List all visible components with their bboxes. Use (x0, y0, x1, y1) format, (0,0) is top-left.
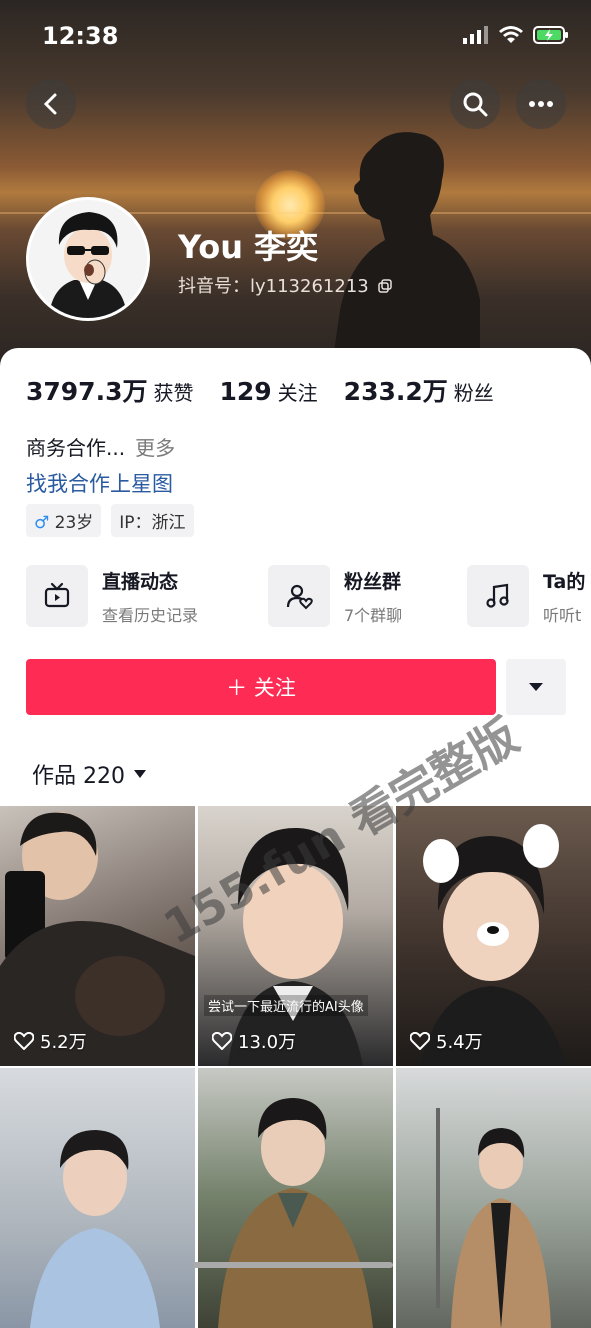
likes-label: 获赞 (153, 381, 194, 405)
heart-icon (410, 1032, 430, 1050)
video-thumbnail[interactable] (198, 1068, 393, 1328)
feature-subtitle: 听听t (543, 605, 582, 625)
search-button[interactable] (450, 79, 500, 129)
back-button[interactable] (26, 79, 76, 129)
more-options-button[interactable] (516, 79, 566, 129)
video-caption: 尝试一下最近流行的AI头像 (204, 995, 368, 1016)
video-likes-count: 13.0万 (238, 1032, 297, 1053)
wifi-icon (499, 26, 523, 43)
following-count[interactable]: 129 (219, 377, 271, 406)
video-person-figure (421, 824, 566, 1066)
avatar[interactable] (26, 197, 150, 321)
heart-icon (14, 1032, 34, 1050)
profile-card: 3797.3万 获赞 129 关注 233.2万 粉丝 商务合作... 更多 找我… (0, 348, 591, 1328)
profile-tags: ♂ 23岁 IP：浙江 (26, 504, 194, 537)
feature-fan-group[interactable]: 粉丝群 7个群聊 (268, 563, 402, 629)
feature-shortcuts: 直播动态查看历史记录 粉丝群 7个群聊 Ta的听听t (26, 563, 591, 629)
feature-title: 粉丝群 (344, 570, 402, 593)
video-likes-count: 5.4万 (436, 1032, 483, 1053)
followers-count[interactable]: 233.2万 (344, 372, 448, 408)
recommend-dropdown-button[interactable] (506, 659, 566, 715)
anime-avatar-image (29, 200, 147, 318)
video-person-figure (0, 812, 195, 1066)
feature-subtitle: 查看历史记录 (102, 605, 199, 625)
video-person-figure (436, 1108, 551, 1328)
followers-label[interactable]: 粉丝 (454, 377, 494, 406)
caret-down-icon (134, 770, 146, 778)
caret-down-icon (529, 683, 543, 691)
male-icon: ♂ (34, 513, 50, 533)
video-thumbnail[interactable]: 5.2万 (0, 806, 195, 1066)
tv-icon (44, 582, 70, 608)
ip-tag: IP：浙江 (111, 504, 194, 537)
video-likes: 5.4万 (410, 1028, 483, 1054)
douyin-id: 抖音号：ly113261213 (178, 272, 393, 298)
profile-stats: 3797.3万 获赞 129 关注 233.2万 粉丝 (26, 372, 520, 408)
video-likes: 13.0万 (212, 1028, 296, 1054)
battery-charging-icon (533, 26, 568, 44)
feature-title: Ta的 (543, 570, 586, 593)
signal-icon (463, 26, 488, 44)
copy-icon[interactable] (378, 279, 393, 293)
feature-music[interactable]: Ta的听听t (467, 563, 585, 629)
heart-icon (212, 1032, 232, 1050)
likes-count: 3797.3万 (26, 377, 148, 406)
status-time: 12:38 (42, 22, 119, 50)
bio: 商务合作... 更多 (26, 432, 175, 461)
video-person-figure (30, 1130, 160, 1328)
status-bar: 12:38 (0, 20, 591, 54)
star-map-link[interactable]: 找我合作上星图 (26, 468, 173, 498)
home-indicator (193, 1262, 393, 1268)
age-tag: ♂ 23岁 (26, 504, 102, 537)
feature-subtitle: 7个群聊 (344, 605, 403, 625)
video-thumbnail[interactable]: 5.4万 (396, 806, 591, 1066)
profile-name: You 李奕 (178, 228, 319, 266)
age-text: 23岁 (54, 513, 94, 533)
bio-text: 商务合作... (26, 436, 126, 460)
fan-group-icon (286, 584, 313, 610)
more-dots-icon (529, 101, 553, 107)
bio-more-link[interactable]: 更多 (135, 436, 175, 460)
douyin-id-text: 抖音号：ly113261213 (178, 276, 369, 297)
search-icon (463, 92, 488, 117)
follow-button[interactable]: ＋ 关注 (26, 659, 496, 715)
chevron-left-icon (43, 93, 57, 115)
works-label: 作品 220 (32, 764, 125, 789)
video-likes: 5.2万 (14, 1028, 87, 1054)
feature-live-history[interactable]: 直播动态查看历史记录 (26, 563, 198, 629)
profile-header-background: 12:38 You 李奕 抖音号：ly113261213 (0, 0, 591, 370)
following-label[interactable]: 关注 (278, 377, 318, 406)
video-likes-count: 5.2万 (40, 1032, 87, 1053)
person-silhouette (331, 132, 480, 370)
video-person-figure (218, 1098, 373, 1328)
feature-title: 直播动态 (102, 570, 179, 593)
feature-icon-box (26, 565, 88, 627)
feature-icon-box (467, 565, 529, 627)
video-thumbnail[interactable] (396, 1068, 591, 1328)
music-note-icon (486, 583, 509, 608)
video-thumbnail[interactable] (0, 1068, 195, 1328)
feature-icon-box (268, 565, 330, 627)
works-tab[interactable]: 作品 220 (32, 758, 147, 790)
